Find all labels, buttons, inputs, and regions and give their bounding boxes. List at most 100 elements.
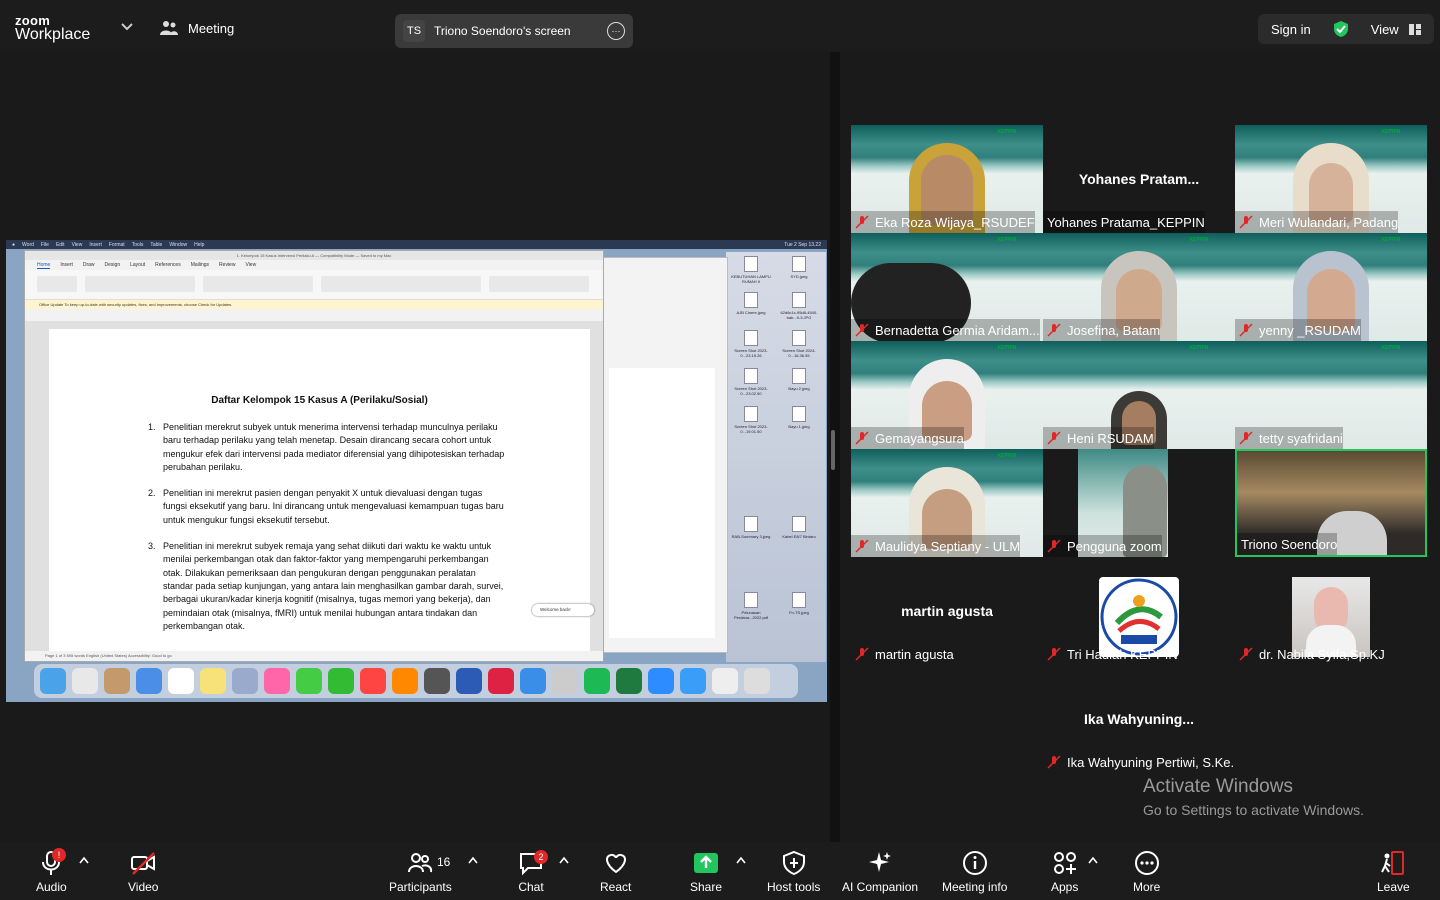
video-button[interactable]: Video: [128, 850, 158, 894]
menu-word: Word: [22, 241, 34, 248]
ai-companion-button[interactable]: AI Companion: [842, 850, 918, 894]
caret-up-icon[interactable]: [468, 856, 478, 864]
apps-button[interactable]: Apps: [1051, 850, 1078, 894]
heart-icon: [605, 853, 626, 874]
participants-count: 16: [437, 855, 451, 869]
participant-tile[interactable]: dr. Nabila Syifa,Sp.KJ: [1235, 557, 1427, 665]
menu-tools: Tools: [131, 241, 144, 248]
chevron-down-icon[interactable]: [120, 22, 134, 32]
caret-up-icon[interactable]: [79, 856, 89, 864]
participant-name-bar: Triono Soendoro: [1237, 533, 1338, 555]
muted-mic-icon: [1047, 755, 1061, 769]
desktop-file: AJB Cinere.jpeg: [728, 292, 774, 315]
participant-tile[interactable]: Yohanes Pratam... Yohanes Pratama_KEPPIN: [1043, 125, 1235, 233]
menu-window: Window: [169, 241, 188, 248]
participant-tile[interactable]: KEPPIN Gemayangsura: [851, 341, 1043, 449]
desktop-file: Pelunasan Perdana...2022.pdf: [728, 592, 774, 620]
participant-big-name: martin agusta: [901, 603, 993, 619]
menu-table: Table: [150, 241, 163, 248]
more-button[interactable]: More: [1133, 850, 1160, 894]
participant-tile[interactable]: KEPPIN Meri Wulandari, Padang: [1235, 125, 1427, 233]
participant-name-bar: martin agusta: [851, 643, 954, 665]
react-button[interactable]: React: [600, 850, 631, 894]
muted-mic-icon: [1239, 215, 1253, 229]
audio-label: Audio: [36, 880, 67, 894]
tab-references: References: [155, 262, 181, 268]
tab-view: View: [245, 262, 257, 268]
participant-name-bar: Josefina, Batam: [1043, 319, 1161, 341]
tab-home: Home: [37, 261, 51, 269]
grid-view-icon[interactable]: [1408, 23, 1421, 35]
tab-design: Design: [104, 262, 121, 268]
participant-tile[interactable]: martin agusta martin agusta: [851, 557, 1043, 665]
participant-tile[interactable]: Pengguna zoom: [1043, 449, 1235, 557]
leave-button[interactable]: Leave: [1377, 850, 1410, 894]
muted-mic-icon: [1239, 323, 1253, 337]
apps-label: Apps: [1051, 880, 1079, 894]
meeting-label: Meeting: [188, 20, 235, 36]
share-screen-icon: [694, 853, 719, 873]
meeting-toolbar: Audio ! Video Participants 16 Chat 2 Rea…: [0, 842, 1440, 900]
desktop-file: RAB-Summary 3.jpeg: [728, 516, 774, 539]
zoom-workplace-logo[interactable]: zoom Workplace: [15, 14, 90, 43]
more-options-icon[interactable]: ···: [607, 22, 625, 40]
sparkle-icon: [869, 852, 892, 872]
participant-name-bar: tetty syafridani: [1235, 427, 1343, 449]
screen-share-indicator[interactable]: TS Triono Soendoro's screen ···: [395, 14, 633, 48]
word-window[interactable]: 1. Kelompok 15 Kasus Intervensi Perilaku…: [24, 250, 604, 662]
participant-tile[interactable]: Tri Hadiah KEPPIN: [1043, 557, 1235, 665]
participant-big-name: Ika Wahyuning...: [1084, 711, 1194, 727]
list-item: 3. Penelitian ini merekrut subyek remaja …: [148, 541, 504, 631]
desktop-file: 62d6c1c-95d8-4540-bab...9-3.JPG: [776, 292, 822, 320]
participant-name-bar: Meri Wulandari, Padang: [1235, 211, 1399, 233]
people-icon: [160, 21, 178, 35]
sign-in-button[interactable]: Sign in: [1271, 22, 1311, 37]
mac-clock: Tue 2 Sep 13.22: [784, 241, 821, 248]
caret-up-icon[interactable]: [559, 856, 569, 864]
shared-mac-desktop[interactable]: ● Word File Edit View Insert Format Tool…: [6, 240, 827, 702]
word-ribbon: [25, 270, 603, 300]
participant-tile[interactable]: KEPPIN Eka Roza Wijaya_RSUDEF: [851, 125, 1043, 233]
menu-file: File: [40, 241, 49, 248]
audio-alert-badge: !: [52, 848, 66, 862]
participant-name-bar: Maulidya Septiany - ULM: [851, 535, 1021, 557]
participant-tile[interactable]: KEPPIN tetty syafridani: [1235, 341, 1427, 449]
desktop-file: Kabel E8/7 Bintaro: [776, 516, 822, 539]
participant-tile[interactable]: KEPPIN Josefina, Batam: [1043, 233, 1235, 341]
meeting-info-label: Meeting info: [942, 880, 1008, 894]
meeting-info-button[interactable]: Meeting info: [942, 850, 1007, 894]
participant-tile[interactable]: KEPPIN Maulidya Septiany - ULM: [851, 449, 1043, 557]
participant-tile[interactable]: KEPPIN Heni RSUDAM: [1043, 341, 1235, 449]
share-label: Triono Soendoro's screen: [434, 24, 571, 38]
menu-view: View: [71, 241, 83, 248]
welcome-toast: Welcome back!: [532, 604, 594, 616]
share-label: Share: [690, 880, 723, 894]
list-item: 1. Penelitian merekrut subyek untuk mener…: [148, 422, 505, 472]
participant-tile[interactable]: Ika Wahyuning... Ika Wahyuning Pertiwi, …: [1043, 665, 1235, 773]
document-title: Daftar Kelompok 15 Kasus A (Perilaku/Sos…: [211, 395, 428, 406]
shield-check-icon[interactable]: [1333, 20, 1349, 38]
meeting-menu[interactable]: Meeting: [160, 20, 234, 36]
share-button[interactable]: Share: [690, 850, 722, 894]
caret-up-icon[interactable]: [1088, 856, 1098, 864]
view-button[interactable]: View: [1371, 22, 1399, 37]
desktop-file: Screen Shot 2024-0...16.36.55: [776, 330, 822, 358]
desktop-file: Screen Shot 2023-0...19.01.50: [728, 406, 774, 434]
more-dots-icon: [1134, 851, 1159, 875]
tab-draw: Draw: [82, 262, 95, 268]
participant-name-bar: yenny _RSUDAM: [1235, 319, 1361, 341]
mac-dock: [34, 664, 798, 698]
document-canvas: Daftar Kelompok 15 Kasus A (Perilaku/Sos…: [25, 321, 603, 659]
participant-tile[interactable]: KEPPIN yenny _RSUDAM: [1235, 233, 1427, 341]
desktop-file: Screen Shot 2023-0...23.15.26: [728, 330, 774, 358]
active-speaker-tile[interactable]: Triono Soendoro: [1235, 449, 1427, 557]
desktop-files: KEBUTUHAN LAMPU RUMAH II SYD.jpeg AJB Ci…: [726, 252, 826, 662]
participant-name-bar: Gemayangsura: [851, 427, 964, 449]
participant-tile[interactable]: KEPPIN Bernadetta Germia Aridam...: [851, 233, 1043, 341]
participant-name-bar: Tri Hadiah KEPPIN: [1043, 643, 1178, 665]
chat-unread-badge: 2: [534, 850, 548, 864]
caret-up-icon[interactable]: [736, 856, 746, 864]
divider-grip[interactable]: [831, 430, 835, 470]
host-tools-button[interactable]: Host tools: [767, 850, 820, 894]
desktop-file: Bayu 2.jpeg: [776, 368, 822, 391]
